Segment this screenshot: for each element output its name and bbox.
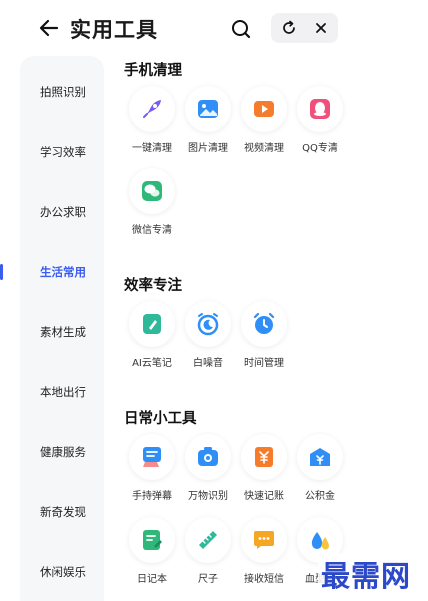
tool-icon-badge: [241, 301, 287, 347]
ruler-icon: [199, 531, 217, 549]
tool-icon-badge: [241, 434, 287, 480]
tool-icon-badge: [297, 86, 343, 132]
sidebar-item-label: 生活常用: [40, 265, 86, 279]
tool-item[interactable]: 尺子: [180, 517, 236, 597]
tool-icon-badge: [297, 434, 343, 480]
tool-item[interactable]: 万物识别: [180, 434, 236, 514]
sidebar-item[interactable]: 生活常用: [0, 252, 104, 292]
qq-icon: [310, 99, 330, 119]
sidebar-item-label: 健康服务: [40, 445, 86, 459]
image-icon: [198, 100, 218, 118]
tool-item[interactable]: 视频清理: [236, 86, 292, 166]
tool-item[interactable]: 接收短信: [236, 517, 292, 597]
app-header: 实用工具: [0, 0, 428, 56]
sidebar-item[interactable]: 拍照识别: [20, 72, 104, 112]
tool-item[interactable]: 微信专清: [124, 168, 180, 248]
video-icon: [254, 101, 274, 117]
tools-content: 手机清理一键清理 图片清理 视频清理 QQ专清微信专清效率专注 AI云笔记 白噪音 时间管理…: [104, 56, 428, 601]
sidebar-item[interactable]: 学习效率: [20, 132, 104, 172]
tool-label: QQ专清: [302, 143, 338, 154]
sidebar-item[interactable]: 办公求职: [20, 192, 104, 232]
alarm-clock-icon: [253, 312, 275, 334]
sidebar-item-label: 素材生成: [40, 325, 86, 339]
tool-item[interactable]: 白噪音: [180, 301, 236, 381]
sidebar-item-label: 新奇发现: [40, 505, 86, 519]
tool-icon-badge: [129, 86, 175, 132]
tool-icon-badge: [129, 517, 175, 563]
diary-icon: [143, 530, 162, 550]
watermark-logo: 最需网: [318, 553, 415, 595]
sidebar-item[interactable]: 健康服务: [20, 432, 104, 472]
tool-label: 时间管理: [244, 358, 284, 369]
camera-icon: [198, 447, 218, 466]
danmaku-icon: [143, 447, 161, 467]
tool-icon-badge: [129, 434, 175, 480]
fund-box-icon: [310, 448, 330, 466]
tool-item[interactable]: 公积金: [292, 434, 348, 514]
sidebar-item-label: 拍照识别: [40, 85, 86, 99]
sidebar-item[interactable]: 新奇发现: [20, 492, 104, 532]
tool-icon-badge: [185, 434, 231, 480]
ledger-icon: [255, 447, 273, 467]
arrow-left-icon[interactable]: [38, 17, 60, 39]
sidebar-item[interactable]: 素材生成: [20, 312, 104, 352]
sidebar-item-label: 办公求职: [40, 205, 86, 219]
active-indicator: [0, 264, 3, 280]
sms-icon: [254, 531, 274, 549]
tool-item[interactable]: 快速记账: [236, 434, 292, 514]
moon-alarm-icon: [197, 313, 219, 336]
tool-icon-badge: [185, 86, 231, 132]
section-title: 日常小工具: [124, 411, 197, 427]
tool-icon-badge: [129, 301, 175, 347]
category-sidebar: 拍照识别学习效率办公求职生活常用素材生成本地出行健康服务新奇发现休闲娱乐: [0, 56, 104, 601]
tool-item[interactable]: QQ专清: [292, 86, 348, 166]
tool-item[interactable]: 日记本: [124, 517, 180, 597]
note-icon: [143, 314, 161, 334]
tool-icon-badge: [185, 301, 231, 347]
blood-drop-icon: [311, 532, 329, 550]
sidebar-item[interactable]: 休闲娱乐: [20, 552, 104, 592]
sidebar-item[interactable]: 本地出行: [20, 372, 104, 412]
tool-item[interactable]: 时间管理: [236, 301, 292, 381]
close-icon[interactable]: [313, 20, 329, 36]
sidebar-item-label: 本地出行: [40, 385, 86, 399]
sidebar-item-label: 学习效率: [40, 145, 86, 159]
tool-item[interactable]: AI云笔记: [124, 301, 180, 381]
tool-icon-badge: [185, 517, 231, 563]
mini-program-capsule: [271, 13, 338, 43]
page-title: 实用工具: [70, 18, 158, 42]
rocket-icon: [143, 100, 161, 118]
tool-item[interactable]: 手持弹幕: [124, 434, 180, 514]
tool-icon-badge: [241, 517, 287, 563]
tool-icon-badge: [241, 86, 287, 132]
search-icon[interactable]: [230, 18, 252, 40]
tool-item[interactable]: 一键清理: [124, 86, 180, 166]
section-title: 手机清理: [124, 63, 182, 79]
tool-icon-badge: [129, 168, 175, 214]
tool-label: 微信专清: [132, 225, 172, 236]
tool-item[interactable]: 图片清理: [180, 86, 236, 166]
tool-label: 公积金: [305, 491, 335, 502]
section-title: 效率专注: [124, 278, 182, 294]
refresh-icon[interactable]: [281, 20, 297, 36]
wechat-icon: [142, 181, 162, 201]
sidebar-item-label: 休闲娱乐: [40, 565, 86, 579]
